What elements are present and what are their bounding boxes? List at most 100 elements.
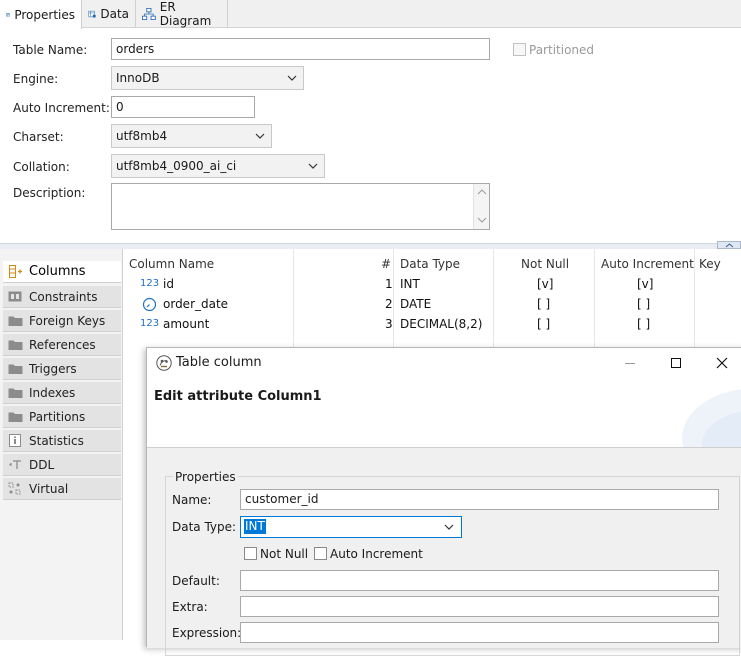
collation-select[interactable]: utf8mb4_0900_ai_ci <box>111 154 325 178</box>
scroll-up-icon[interactable] <box>477 188 487 196</box>
cell-auto-increment[interactable]: [ ] <box>637 297 650 311</box>
cell-not-null[interactable]: [ ] <box>537 297 550 311</box>
chevron-down-icon <box>255 133 265 139</box>
close-button[interactable] <box>699 348 741 378</box>
sidebar-item-indexes[interactable]: Indexes <box>3 382 121 404</box>
auto-increment-checkbox[interactable] <box>314 547 327 560</box>
properties-sidebar: Columns Constraints Foreign Keys Referen… <box>0 249 123 640</box>
tab-er-diagram[interactable]: ER Diagram <box>136 0 228 28</box>
cell-data-type: INT <box>400 277 420 291</box>
charset-select[interactable]: utf8mb4 <box>111 124 272 148</box>
not-null-checkbox[interactable] <box>244 547 257 560</box>
sidebar-item-virtual[interactable]: Virtual <box>3 478 121 500</box>
table-row[interactable]: 123 id 1 INT [v] [v] <box>123 276 741 296</box>
cell-column-name: id <box>163 277 174 291</box>
cell-column-name: amount <box>163 317 210 331</box>
collation-value: utf8mb4_0900_ai_ci <box>116 159 237 173</box>
col-header-name[interactable]: Column Name <box>129 257 214 271</box>
header-decoration <box>682 389 741 447</box>
default-input[interactable] <box>240 570 719 591</box>
sidebar-item-label: Statistics <box>29 433 84 448</box>
folder-icon <box>8 316 23 326</box>
engine-select[interactable]: InnoDB <box>111 66 304 90</box>
cell-num: 1 <box>385 277 393 291</box>
scroll-down-icon[interactable] <box>477 216 487 224</box>
sidebar-item-triggers[interactable]: Triggers <box>3 358 121 380</box>
col-header-data-type[interactable]: Data Type <box>400 257 460 271</box>
not-null-label: Not Null <box>260 547 309 561</box>
tab-data[interactable]: Data <box>82 0 136 28</box>
column-name-input[interactable]: customer_id <box>240 489 719 510</box>
sidebar-item-label: DDL <box>29 457 55 472</box>
auto-increment-input[interactable]: 0 <box>111 96 255 118</box>
col-header-auto-increment[interactable]: Auto Increment <box>601 257 694 271</box>
description-scrollbar[interactable] <box>473 184 489 229</box>
sidebar-item-label: Indexes <box>29 385 76 400</box>
extra-input[interactable] <box>240 596 719 617</box>
dialog-body: Properties Name: customer_id Data Type: … <box>147 448 741 656</box>
sidebar-item-partitions[interactable]: Partitions <box>3 406 121 428</box>
col-header-key[interactable]: Key <box>699 257 721 271</box>
tab-properties[interactable]: Properties <box>0 0 82 29</box>
clock-icon <box>142 297 157 312</box>
cell-data-type: DATE <box>400 297 432 311</box>
sidebar-item-ddl[interactable]: DDL <box>3 454 121 476</box>
tab-er-diagram-label: ER Diagram <box>159 0 212 28</box>
columns-grid: Column Name # Data Type Not Null Auto In… <box>123 249 741 349</box>
properties-table-icon <box>6 12 11 17</box>
sidebar-item-label: Triggers <box>29 361 77 376</box>
editor-tab-bar: Properties Data ER Diagram <box>0 0 741 29</box>
engine-value: InnoDB <box>116 71 160 85</box>
partitioned-label: Partitioned <box>529 43 595 57</box>
chevron-down-icon[interactable] <box>444 521 454 533</box>
sidebar-item-constraints[interactable]: Constraints <box>3 286 121 308</box>
cell-auto-increment[interactable]: [ ] <box>637 317 650 331</box>
sidebar-item-statistics[interactable]: Statistics <box>3 430 121 452</box>
description-textarea[interactable] <box>111 183 490 230</box>
expression-label: Expression: <box>172 626 242 640</box>
maximize-button[interactable] <box>653 348 699 378</box>
tab-data-label: Data <box>100 7 129 21</box>
cell-auto-increment[interactable]: [v] <box>637 277 653 291</box>
table-row[interactable]: order_date 2 DATE [ ] [ ] <box>123 296 741 316</box>
minimize-button[interactable] <box>607 348 653 378</box>
cell-not-null[interactable]: [v] <box>537 277 553 291</box>
cell-num: 3 <box>385 317 393 331</box>
numeric-type-icon: 123 <box>140 318 160 329</box>
dialog-title-bar[interactable]: Table column <box>147 348 741 378</box>
cell-num: 2 <box>385 297 393 311</box>
auto-increment-checkbox-label: Auto Increment <box>330 547 423 561</box>
columns-icon <box>9 265 22 278</box>
table-name-input[interactable]: orders <box>111 38 490 60</box>
data-type-combo[interactable]: INT <box>240 516 462 538</box>
partitioned-checkbox[interactable] <box>513 43 526 56</box>
ddl-icon <box>9 460 21 469</box>
dialog-title: Table column <box>176 355 262 370</box>
cell-not-null[interactable]: [ ] <box>537 317 550 331</box>
sidebar-item-columns[interactable]: Columns <box>3 261 121 283</box>
default-label: Default: <box>172 574 220 588</box>
sidebar-item-references[interactable]: References <box>3 334 121 356</box>
sidebar-item-foreign-keys[interactable]: Foreign Keys <box>3 310 121 332</box>
virtual-icon <box>8 482 21 495</box>
folder-icon <box>8 340 23 350</box>
extra-label: Extra: <box>172 600 208 614</box>
chevron-down-icon <box>287 75 297 81</box>
charset-value: utf8mb4 <box>116 129 168 143</box>
table-column-dialog: Table column Edit attribute Column1 Prop… <box>146 347 741 656</box>
sidebar-item-label: Constraints <box>29 289 98 304</box>
folder-icon <box>8 412 23 422</box>
data-type-selected-text: INT <box>244 519 266 534</box>
col-header-not-null[interactable]: Not Null <box>521 257 569 271</box>
dialog-heading: Edit attribute Column1 <box>154 389 322 404</box>
properties-group-label: Properties <box>173 470 238 484</box>
maximize-panel-button[interactable] <box>717 241 741 249</box>
info-icon <box>9 434 21 447</box>
close-icon <box>716 357 728 369</box>
sidebar-item-label: Foreign Keys <box>29 313 106 328</box>
dialog-header-banner: Edit attribute Column1 <box>147 378 741 448</box>
data-grid-icon <box>88 10 96 18</box>
table-row[interactable]: 123 amount 3 DECIMAL(8,2) [ ] [ ] <box>123 316 741 336</box>
sidebar-item-label: Columns <box>29 264 86 279</box>
col-header-num[interactable]: # <box>381 257 391 271</box>
